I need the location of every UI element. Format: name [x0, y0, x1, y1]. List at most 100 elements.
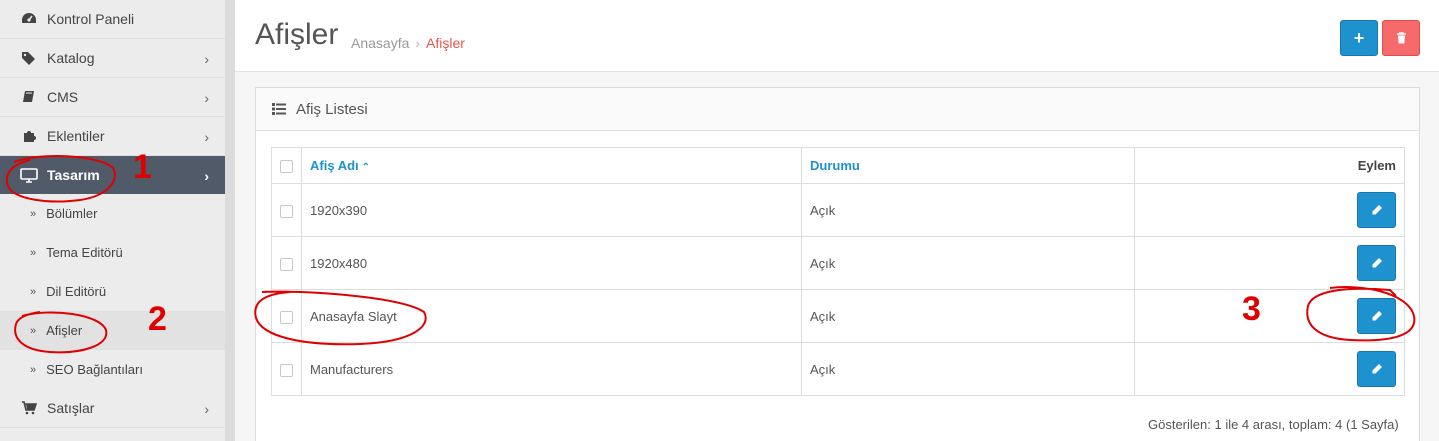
- chevron-right-icon: ›: [204, 129, 209, 145]
- banner-status: Açık: [801, 342, 1135, 396]
- edit-button[interactable]: [1357, 351, 1396, 387]
- banner-name: Anasayfa Slayt: [301, 289, 802, 343]
- sidebar-item-eklentiler[interactable]: Eklentiler ›: [0, 117, 225, 156]
- pencil-icon: [1372, 364, 1382, 374]
- sidebar-subitem-label: Dil Editörü: [46, 284, 107, 299]
- annotation-number-3: 3: [1242, 290, 1261, 328]
- monitor-icon: [20, 167, 38, 183]
- dashboard-icon: [20, 12, 38, 26]
- chevron-right-icon: ›: [204, 51, 209, 67]
- edit-button[interactable]: [1357, 298, 1396, 334]
- table-row: 1920x390 Açık: [271, 183, 1405, 237]
- banner-name: 1920x390: [301, 183, 802, 237]
- row-checkbox[interactable]: [280, 363, 293, 377]
- breadcrumb-separator: ›: [415, 35, 421, 51]
- sidebar-subitem-label: Tema Editörü: [46, 245, 123, 260]
- list-icon: [272, 103, 286, 115]
- sidebar-subitem-seo-baglantilari[interactable]: » SEO Bağlantıları: [0, 350, 225, 389]
- annotation-number-1: 1: [133, 148, 152, 186]
- row-checkbox[interactable]: [280, 204, 293, 218]
- row-checkbox[interactable]: [280, 257, 293, 271]
- table-header-row: Afiş Adı ⌃ Durumu Eylem: [271, 147, 1405, 184]
- sidebar-item-label: Satışlar: [47, 400, 95, 416]
- sidebar: Kontrol Paneli Katalog › CMS › Eklentile…: [0, 0, 225, 441]
- sidebar-item-label: Tasarım: [47, 167, 100, 183]
- chevron-right-icon: ›: [204, 168, 209, 184]
- delete-button[interactable]: [1382, 20, 1420, 56]
- breadcrumb: Anasayfa › Afişler: [351, 35, 465, 51]
- banner-status: Açık: [801, 236, 1135, 290]
- row-action-cell: [1134, 289, 1405, 343]
- sidebar-item-katalog[interactable]: Katalog ›: [0, 39, 225, 78]
- puzzle-icon: [20, 129, 38, 143]
- row-select-cell: [271, 236, 302, 290]
- sort-by-name-link[interactable]: Afiş Adı ⌃: [310, 158, 370, 173]
- sidebar-item-label: CMS: [47, 89, 79, 105]
- column-header-status: Durumu: [801, 147, 1135, 184]
- annotation-number-2: 2: [148, 300, 167, 338]
- sidebar-subitem-afisler[interactable]: » Afişler: [0, 311, 225, 350]
- chevron-right-icon: ›: [204, 401, 209, 417]
- row-select-cell: [271, 342, 302, 396]
- sidebar-subitem-tema-editoru[interactable]: » Tema Editörü: [0, 233, 225, 272]
- sidebar-subitem-label: Bölümler: [46, 206, 98, 221]
- table-row: Anasayfa Slayt Açık: [271, 289, 1405, 343]
- sidebar-subitem-dil-editoru[interactable]: » Dil Editörü: [0, 272, 225, 311]
- row-select-cell: [271, 289, 302, 343]
- sidebar-item-label: Kontrol Paneli: [47, 11, 135, 27]
- chevron-right-icon: ›: [204, 90, 209, 106]
- pencil-icon: [1372, 205, 1382, 215]
- select-all-cell: [271, 147, 302, 184]
- row-action-cell: [1134, 236, 1405, 290]
- trash-icon: [1396, 32, 1406, 44]
- panel-title: Afiş Listesi: [296, 100, 368, 118]
- main-content: Afişler Anasayfa › Afişler + Afiş Listesi …: [235, 0, 1439, 441]
- select-all-checkbox[interactable]: [280, 160, 293, 174]
- breadcrumb-current[interactable]: Afişler: [426, 35, 465, 51]
- edit-button[interactable]: [1357, 245, 1396, 281]
- sidebar-subitem-label: SEO Bağlantıları: [46, 362, 143, 377]
- sidebar-item-kontrol-paneli[interactable]: Kontrol Paneli: [0, 0, 225, 39]
- sidebar-item-cms[interactable]: CMS ›: [0, 78, 225, 117]
- plus-icon: +: [1353, 27, 1365, 48]
- banner-table: Afiş Adı ⌃ Durumu Eylem 1920x390 Açık 192…: [271, 147, 1405, 396]
- edit-button[interactable]: [1357, 192, 1396, 228]
- double-chevron-icon: »: [30, 324, 37, 337]
- sidebar-scrollbar[interactable]: [225, 0, 235, 441]
- double-chevron-icon: »: [30, 285, 37, 298]
- banner-list-panel: Afiş Listesi Afiş Adı ⌃ Durumu Eylem 1920…: [255, 87, 1420, 441]
- double-chevron-icon: »: [30, 207, 37, 220]
- row-select-cell: [271, 183, 302, 237]
- sidebar-subitem-bolumler[interactable]: » Bölümler: [0, 194, 225, 233]
- banner-name: 1920x480: [301, 236, 802, 290]
- sort-asc-icon: ⌃: [361, 162, 371, 173]
- sidebar-subitem-label: Afişler: [46, 323, 83, 338]
- breadcrumb-home-link[interactable]: Anasayfa: [351, 35, 409, 51]
- table-row: 1920x480 Açık: [271, 236, 1405, 290]
- sidebar-item-label: Eklentiler: [47, 128, 105, 144]
- cart-icon: [20, 401, 38, 415]
- sidebar-item-tasarim[interactable]: Tasarım ›: [0, 156, 225, 195]
- sort-by-status-link[interactable]: Durumu: [810, 158, 860, 173]
- column-header-name: Afiş Adı ⌃: [301, 147, 802, 184]
- sidebar-item-satislar[interactable]: Satışlar ›: [0, 389, 225, 428]
- column-header-action: Eylem: [1134, 147, 1405, 184]
- banner-status: Açık: [801, 183, 1135, 237]
- panel-heading: Afiş Listesi: [256, 88, 1419, 131]
- banner-status: Açık: [801, 289, 1135, 343]
- pagination-summary: Gösterilen: 1 ile 4 arası, toplam: 4 (1 …: [1148, 417, 1399, 432]
- page-title: Afişler: [255, 18, 339, 51]
- row-action-cell: [1134, 183, 1405, 237]
- double-chevron-icon: »: [30, 246, 37, 259]
- row-checkbox[interactable]: [280, 310, 293, 324]
- tags-icon: [20, 51, 38, 65]
- add-button[interactable]: +: [1340, 20, 1378, 56]
- double-chevron-icon: »: [30, 363, 37, 376]
- book-icon: [20, 90, 38, 104]
- banner-name: Manufacturers: [301, 342, 802, 396]
- page-header: Afişler Anasayfa › Afişler +: [235, 0, 1439, 72]
- pencil-icon: [1372, 311, 1382, 321]
- pencil-icon: [1372, 258, 1382, 268]
- row-action-cell: [1134, 342, 1405, 396]
- table-row: Manufacturers Açık: [271, 342, 1405, 396]
